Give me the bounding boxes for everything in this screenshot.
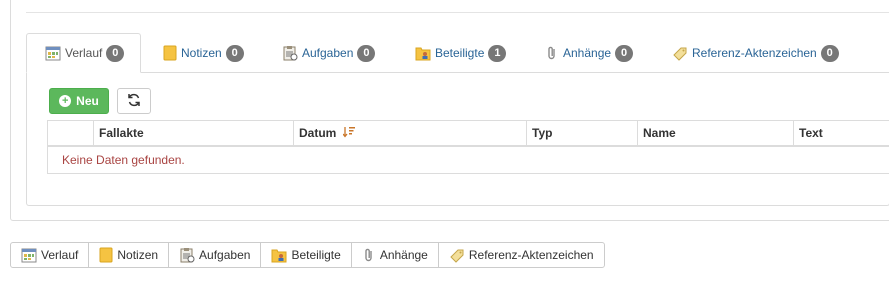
- add-verlauf-button[interactable]: Verlauf: [11, 243, 90, 267]
- add-notizen-button[interactable]: Notizen: [89, 243, 170, 267]
- data-grid: Fallakte Datum Typ Name Text Keine Daten…: [47, 120, 889, 174]
- add-referenz-aktenzeichen-button[interactable]: Referenz-Aktenzeichen: [439, 243, 604, 267]
- add-aufgaben-button[interactable]: Aufgaben: [169, 243, 262, 267]
- count-badge: 0: [106, 44, 125, 62]
- column-header-datum[interactable]: Datum: [294, 121, 527, 145]
- note-icon: [163, 45, 177, 61]
- paperclip-icon: [545, 45, 559, 61]
- count-badge: 1: [488, 44, 507, 62]
- add-beteiligte-button[interactable]: Beteiligte: [261, 243, 352, 267]
- calendar-icon: [21, 247, 37, 263]
- calendar-icon: [45, 45, 61, 61]
- sort-desc-icon: [342, 122, 355, 146]
- note-icon: [99, 247, 113, 263]
- tab-bar: Verlauf 0 Notizen 0 Aufgaben 0 Beteiligt…: [26, 33, 889, 73]
- tab-aufgaben[interactable]: Aufgaben 0: [282, 33, 376, 73]
- contacts-folder-icon: [415, 45, 431, 61]
- tab-beteiligte[interactable]: Beteiligte 1: [415, 33, 507, 73]
- tab-notizen[interactable]: Notizen 0: [163, 33, 244, 73]
- column-header-select[interactable]: [48, 121, 94, 145]
- column-header-name[interactable]: Name: [638, 121, 794, 145]
- tab-label: Beteiligte: [435, 46, 485, 60]
- refresh-button[interactable]: [117, 88, 151, 114]
- tab-label: Notizen: [181, 46, 222, 60]
- refresh-icon: [127, 93, 141, 110]
- new-button-label: Neu: [76, 94, 99, 108]
- clipboard-icon: [282, 45, 298, 61]
- column-header-text[interactable]: Text: [794, 121, 889, 145]
- tab-label: Verlauf: [65, 46, 103, 60]
- clipboard-icon: [179, 247, 195, 263]
- count-badge: 0: [357, 44, 376, 62]
- plus-circle-icon: +: [59, 95, 72, 107]
- paperclip-icon: [362, 247, 376, 263]
- add-anhaenge-button[interactable]: Anhänge: [352, 243, 439, 267]
- tab-anhaenge[interactable]: Anhänge 0: [545, 33, 634, 73]
- column-header-typ[interactable]: Typ: [527, 121, 638, 145]
- tag-icon: [672, 45, 688, 61]
- count-badge: 0: [820, 44, 839, 62]
- contacts-folder-icon: [271, 247, 287, 263]
- quick-add-button-group: Verlauf Notizen Aufgaben Beteiligte Anhä…: [10, 242, 605, 268]
- tab-label: Referenz-Aktenzeichen: [692, 46, 817, 60]
- empty-message: Keine Daten gefunden.: [62, 153, 185, 167]
- tab-label: Aufgaben: [302, 46, 354, 60]
- tab-verlauf[interactable]: Verlauf 0: [26, 33, 141, 73]
- divider: [26, 12, 889, 13]
- column-header-fallakte[interactable]: Fallakte: [94, 121, 294, 145]
- count-badge: 0: [225, 44, 244, 62]
- count-badge: 0: [615, 44, 634, 62]
- grid-header: Fallakte Datum Typ Name Text: [48, 121, 889, 147]
- new-button[interactable]: + Neu: [49, 88, 109, 114]
- tag-icon: [449, 247, 465, 263]
- tab-label: Anhänge: [563, 46, 612, 60]
- tab-referenz-aktenzeichen[interactable]: Referenz-Aktenzeichen 0: [672, 33, 839, 73]
